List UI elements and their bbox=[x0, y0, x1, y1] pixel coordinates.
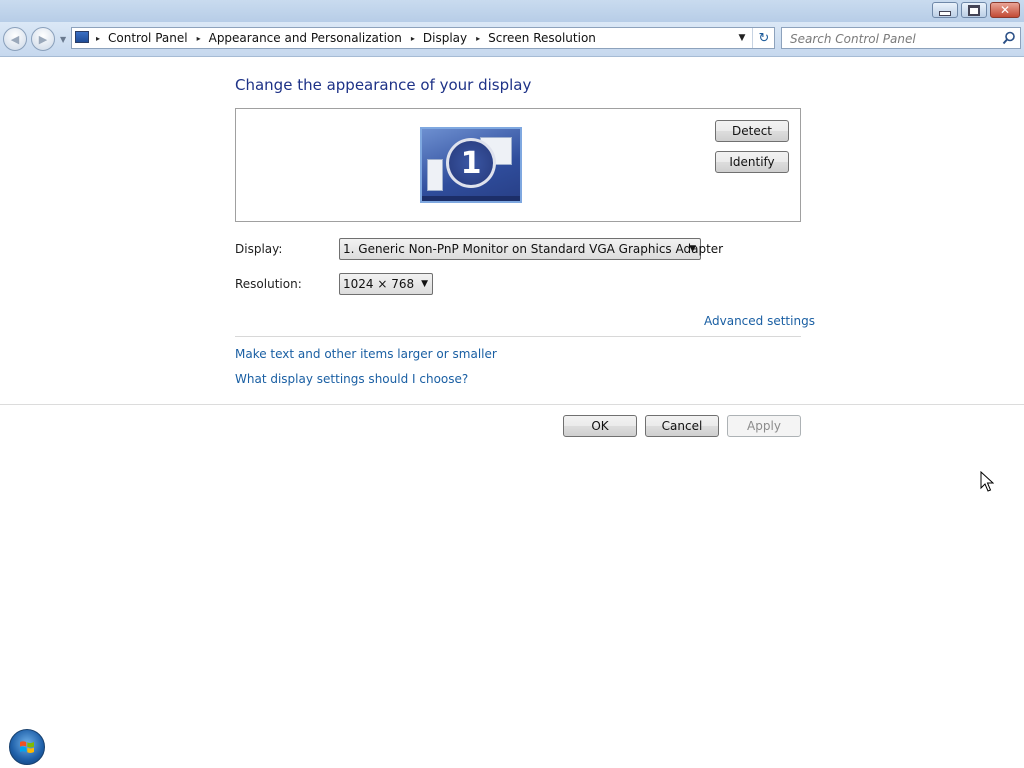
display-select[interactable]: 1. Generic Non-PnP Monitor on Standard V… bbox=[339, 238, 723, 260]
chevron-down-icon: ▼ bbox=[689, 244, 696, 254]
monitor-number-badge: 1 bbox=[446, 138, 496, 188]
divider bbox=[235, 336, 801, 337]
display-preview-panel: 1 Detect Identify bbox=[235, 108, 801, 222]
search-box[interactable] bbox=[781, 27, 1021, 49]
window-controls: ✕ bbox=[929, 2, 1020, 18]
apply-button[interactable]: Apply bbox=[727, 415, 801, 437]
minimize-icon bbox=[939, 10, 951, 16]
breadcrumb-control-panel[interactable]: Control Panel bbox=[108, 31, 188, 45]
forward-button[interactable]: ▶ bbox=[31, 27, 55, 51]
back-button[interactable]: ◀ bbox=[3, 27, 27, 51]
close-button[interactable]: ✕ bbox=[990, 2, 1020, 18]
resolution-label: Resolution: bbox=[235, 277, 302, 291]
text-size-link[interactable]: Make text and other items larger or smal… bbox=[235, 347, 497, 361]
display-select-value: 1. Generic Non-PnP Monitor on Standard V… bbox=[343, 242, 724, 256]
restore-icon bbox=[968, 4, 980, 16]
breadcrumb-separator-icon[interactable]: ▸ bbox=[476, 34, 480, 43]
identify-button[interactable]: Identify bbox=[715, 151, 789, 173]
display-help-link[interactable]: What display settings should I choose? bbox=[235, 372, 468, 386]
breadcrumb: ▸ Control Panel ▸ Appearance and Persona… bbox=[96, 28, 605, 48]
cancel-button[interactable]: Cancel bbox=[645, 415, 719, 437]
title-bar: ✕ bbox=[0, 0, 1024, 22]
breadcrumb-display[interactable]: Display bbox=[423, 31, 467, 45]
address-bar[interactable]: ▸ Control Panel ▸ Appearance and Persona… bbox=[71, 27, 775, 49]
search-input[interactable] bbox=[788, 29, 1002, 49]
address-dropdown-icon[interactable]: ▼ bbox=[734, 28, 750, 48]
resolution-select-value: 1024 × 768 bbox=[343, 277, 415, 291]
recent-pages-dropdown-icon[interactable]: ▼ bbox=[60, 35, 66, 44]
forward-arrow-icon: ▶ bbox=[38, 32, 48, 46]
display-label: Display: bbox=[235, 242, 283, 256]
monitor-1-icon[interactable]: 1 bbox=[420, 127, 522, 203]
restore-button[interactable] bbox=[961, 2, 987, 18]
start-button[interactable] bbox=[9, 729, 45, 765]
control-panel-icon bbox=[75, 31, 89, 43]
windows-logo-icon bbox=[20, 741, 34, 753]
mouse-pointer-icon bbox=[980, 471, 994, 492]
refresh-button[interactable]: ↻ bbox=[752, 28, 775, 48]
breadcrumb-separator-icon[interactable]: ▸ bbox=[411, 34, 415, 43]
monitor-window-thumbnail bbox=[427, 159, 443, 191]
minimize-button[interactable] bbox=[932, 2, 958, 18]
footer-divider bbox=[0, 404, 1024, 405]
breadcrumb-screen-resolution[interactable]: Screen Resolution bbox=[488, 31, 596, 45]
chevron-down-icon: ▼ bbox=[421, 279, 428, 289]
advanced-settings-link[interactable]: Advanced settings bbox=[704, 314, 815, 328]
page-title: Change the appearance of your display bbox=[235, 76, 532, 94]
breadcrumb-separator-icon[interactable]: ▸ bbox=[197, 34, 201, 43]
ok-button[interactable]: OK bbox=[563, 415, 637, 437]
breadcrumb-separator-icon[interactable]: ▸ bbox=[96, 34, 100, 43]
search-icon[interactable] bbox=[1002, 31, 1016, 45]
breadcrumb-appearance[interactable]: Appearance and Personalization bbox=[209, 31, 402, 45]
close-icon: ✕ bbox=[999, 3, 1011, 17]
resolution-select[interactable]: 1024 × 768 ▼ bbox=[339, 273, 433, 295]
back-arrow-icon: ◀ bbox=[10, 32, 20, 46]
detect-button[interactable]: Detect bbox=[715, 120, 789, 142]
monitor-taskbar bbox=[422, 196, 520, 201]
refresh-icon: ↻ bbox=[758, 30, 770, 46]
